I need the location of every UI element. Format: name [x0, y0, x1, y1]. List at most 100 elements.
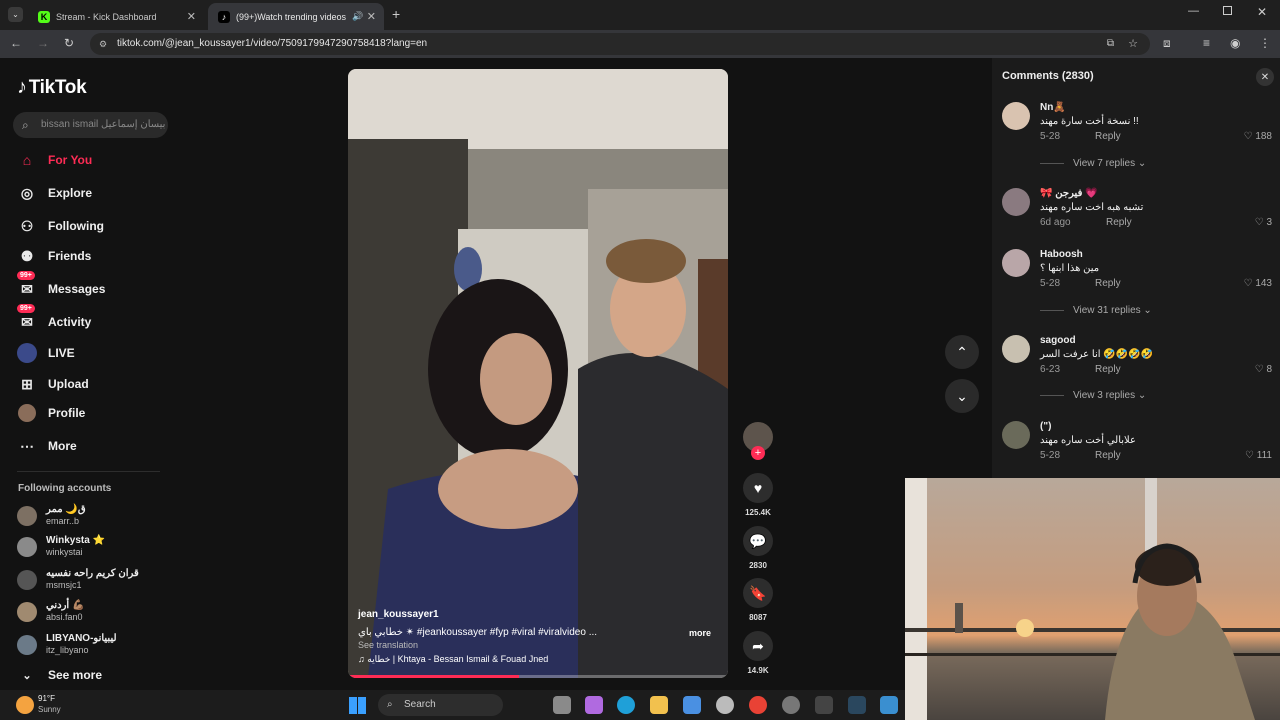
reply-button[interactable]: Reply	[1095, 278, 1121, 289]
view-replies-button[interactable]: View 31 replies ⌄	[1040, 305, 1152, 316]
sidebar-item-label: LIVE	[48, 346, 75, 360]
avatar	[17, 570, 37, 590]
minimize-icon[interactable]: —	[1188, 5, 1199, 17]
comment-like[interactable]: ♡ 111	[1245, 450, 1272, 461]
avatar[interactable]	[1002, 421, 1030, 449]
comment-like[interactable]: ♡ 8	[1255, 364, 1272, 375]
avatar[interactable]	[1002, 102, 1030, 130]
obs-icon[interactable]	[815, 696, 833, 714]
author-avatar-button[interactable]: +	[740, 422, 776, 460]
sidebar-item-label: Activity	[48, 315, 92, 329]
comment-like[interactable]: ♡ 188	[1244, 131, 1272, 142]
comment-user[interactable]: sagood	[1040, 335, 1076, 346]
heart-outline-icon: ♡	[1254, 217, 1264, 228]
next-video-button[interactable]: ⌄	[945, 379, 979, 413]
avatar[interactable]	[1002, 249, 1030, 277]
search-input[interactable]: ⌕ bissan ismail بيسان إسماعيل	[13, 112, 168, 138]
live-icon	[17, 343, 37, 363]
see-more-button[interactable]: ⌄ See more	[17, 664, 102, 686]
edge-icon[interactable]	[617, 696, 635, 714]
extensions-icon[interactable]: ⧈	[1163, 36, 1171, 51]
sidebar-item-upload[interactable]: ⊞ Upload	[17, 373, 89, 395]
chevron-up-icon: ⌃	[956, 343, 968, 360]
menu-icon[interactable]: ⋮	[1259, 36, 1271, 50]
see-translation-link[interactable]: See translation	[358, 640, 418, 650]
steam-icon[interactable]	[848, 696, 866, 714]
comment-like[interactable]: ♡ 143	[1244, 278, 1272, 289]
store-icon[interactable]	[683, 696, 701, 714]
compass-icon: ◎	[20, 184, 34, 201]
like-button[interactable]: ♥ 125.4K	[740, 473, 776, 517]
close-icon: ✕	[1260, 71, 1270, 83]
reply-button[interactable]: Reply	[1095, 450, 1121, 461]
tab-search-icon[interactable]: ⌄	[8, 7, 23, 22]
reply-button[interactable]: Reply	[1095, 364, 1121, 375]
app-icon[interactable]	[880, 696, 898, 714]
file-explorer-icon[interactable]	[650, 696, 668, 714]
see-more-label: See more	[48, 668, 103, 682]
divider	[1040, 163, 1064, 164]
taskbar-search[interactable]: ⌕ Search	[378, 694, 503, 716]
copilot-icon[interactable]	[585, 696, 603, 714]
like-count: 125.4K	[745, 508, 771, 517]
chrome-icon[interactable]	[749, 696, 767, 714]
comment-user[interactable]: (")	[1040, 421, 1051, 432]
task-view-icon[interactable]	[553, 696, 571, 714]
sidebar-item-live[interactable]: LIVE	[17, 342, 75, 364]
avatar[interactable]	[1002, 335, 1030, 363]
maximize-icon[interactable]	[1223, 6, 1232, 15]
media-control-icon[interactable]: ≡	[1203, 36, 1210, 50]
comment-user[interactable]: Haboosh	[1040, 249, 1083, 260]
reply-button[interactable]: Reply	[1106, 217, 1132, 228]
app-icon[interactable]	[716, 696, 734, 714]
back-icon[interactable]: ←	[10, 36, 22, 50]
account-name: LIBYANO-ليبيانو	[46, 633, 117, 644]
sidebar-item-label: Messages	[48, 282, 106, 296]
sidebar-item-profile[interactable]: Profile	[17, 402, 85, 424]
heart-outline-icon: ♡	[1243, 278, 1253, 289]
sidebar-item-for-you[interactable]: ⌂ For You	[17, 149, 92, 171]
view-replies-button[interactable]: View 7 replies ⌄	[1040, 158, 1146, 169]
sidebar-item-more[interactable]: ⋯ More	[17, 435, 77, 457]
reload-icon[interactable]: ↻	[64, 36, 74, 50]
sidebar-item-friends[interactable]: ⚉ Friends	[17, 245, 92, 267]
comment-like[interactable]: ♡ 3	[1255, 217, 1272, 228]
comment-user[interactable]: Nn🧸	[1040, 102, 1066, 113]
account-name: Winkysta ⭐	[46, 535, 106, 546]
comment-button[interactable]: 💬 2830	[740, 526, 776, 570]
save-button[interactable]: 🔖 8087	[740, 578, 776, 622]
view-replies-label: View 3 replies	[1073, 390, 1136, 401]
reply-button[interactable]: Reply	[1095, 131, 1121, 142]
tab-kick-dashboard[interactable]: K Stream - Kick Dashboard ✕	[28, 3, 204, 30]
video-author[interactable]: jean_koussayer1	[358, 609, 439, 620]
sidebar-item-following[interactable]: ⚇ Following	[17, 215, 104, 237]
avatar	[17, 635, 37, 655]
sidebar-item-activity[interactable]: ✉ 99+ Activity	[17, 304, 92, 333]
windows-start-icon[interactable]	[349, 697, 366, 714]
share-button[interactable]: ➦ 14.9K	[740, 631, 776, 675]
settings-icon[interactable]	[782, 696, 800, 714]
comment-user[interactable]: 🎀 فيرجن 💗	[1040, 188, 1098, 199]
previous-video-button[interactable]: ⌃	[945, 335, 979, 369]
avatar[interactable]	[1002, 188, 1030, 216]
bookmark-icon: 🔖	[743, 578, 773, 608]
sidebar-item-explore[interactable]: ◎ Explore	[17, 182, 92, 204]
follow-plus-icon[interactable]: +	[751, 446, 765, 460]
video-sound[interactable]: ♫ خطايه | Khtaya - Bessan Ismail & Fouad…	[358, 654, 548, 665]
bookmark-star-icon[interactable]: ☆	[1128, 33, 1138, 55]
view-replies-button[interactable]: View 3 replies ⌄	[1040, 390, 1146, 401]
tiktok-logo[interactable]: ♪ TikTok	[17, 76, 87, 99]
tiktok-icon: ♪	[218, 10, 230, 23]
site-info-icon[interactable]: ⚙	[99, 33, 107, 55]
weather-icon[interactable]	[16, 696, 34, 714]
close-tab-icon[interactable]: ✕	[187, 10, 196, 23]
caption-more-link[interactable]: more	[689, 628, 711, 638]
sidebar-item-label: Explore	[48, 186, 93, 200]
forward-icon[interactable]: →	[37, 36, 49, 50]
taskbar-search-label: Search	[404, 699, 436, 710]
profile-icon[interactable]: ◉	[1230, 36, 1240, 50]
install-app-icon[interactable]: ⧉	[1107, 33, 1114, 55]
close-comments-button[interactable]: ✕	[1256, 68, 1274, 86]
close-window-icon[interactable]: ✕	[1257, 5, 1267, 19]
sidebar-item-messages[interactable]: ✉ 99+ Messages	[17, 271, 106, 300]
